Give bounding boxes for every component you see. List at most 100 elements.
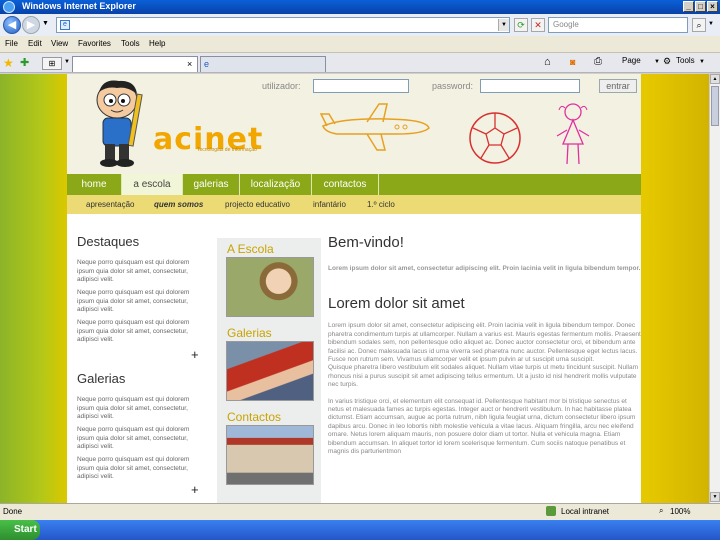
subnav-projecto-educativo[interactable]: projecto educativo: [225, 200, 290, 209]
favorites-star-icon[interactable]: ★: [3, 56, 14, 70]
password-input[interactable]: [480, 79, 580, 93]
school-girl-photo[interactable]: [226, 257, 314, 317]
search-input[interactable]: Google: [548, 17, 688, 33]
scroll-thumb[interactable]: [711, 86, 719, 126]
menu-file[interactable]: File: [5, 39, 18, 48]
destaque-item: Neque porro quisquam est qui dolorem ips…: [77, 289, 190, 313]
zoom-icon[interactable]: ⌕: [659, 506, 663, 516]
zoom-level[interactable]: 100%: [670, 507, 690, 516]
page-icon: e: [60, 20, 70, 30]
paragraph-1: Lorem ipsum dolor sit amet, consectetur …: [328, 322, 641, 364]
galeria-item: Neque porro quisquam est qui dolorem ips…: [77, 426, 190, 450]
password-label: password:: [432, 81, 474, 91]
vertical-scrollbar[interactable]: ▲ ▼: [709, 74, 720, 503]
main-content: Bem-vindo! Lorem ipsum dolor sit amet, c…: [328, 234, 641, 503]
gear-icon[interactable]: ⚙: [663, 56, 671, 67]
boy-mascot-illustration: [96, 80, 143, 167]
tab-active[interactable]: ×: [72, 56, 198, 72]
close-button[interactable]: ×: [707, 1, 718, 12]
start-label: Start: [14, 524, 37, 535]
menu-help[interactable]: Help: [149, 39, 165, 48]
main-navigation: home a escola galerias localização conta…: [67, 174, 641, 195]
galerias-more-button[interactable]: +: [191, 482, 207, 497]
address-bar[interactable]: e ▼: [56, 17, 510, 33]
back-icon[interactable]: ◀: [3, 16, 21, 34]
new-tab-page-icon: e: [204, 59, 210, 69]
nav-a-escola[interactable]: a escola: [122, 174, 183, 195]
school-building-photo[interactable]: [226, 425, 314, 485]
username-label: utilizador:: [262, 81, 301, 91]
login-button[interactable]: entrar: [599, 79, 637, 93]
sub-navigation: apresentação quem somos projecto educati…: [67, 195, 641, 214]
feature-column: A Escola Galerias Contactos: [217, 238, 321, 503]
a-escola-link[interactable]: A Escola: [227, 242, 274, 256]
menu-bar: File Edit View Favorites Tools Help: [0, 36, 720, 53]
stop-icon[interactable]: ✕: [531, 18, 545, 32]
address-dropdown-icon[interactable]: ▼: [498, 19, 509, 31]
tab-bar: ★ ✚ ⊞ ▼ × e ⌂ ◙ ⎙ Page ▼ ⚙ Tools ▼: [0, 53, 720, 73]
paragraph-3: In varius tristique orci, et elementum e…: [328, 397, 636, 456]
menu-tools[interactable]: Tools: [121, 39, 140, 48]
scroll-down-icon[interactable]: ▼: [710, 492, 720, 502]
galerias-link[interactable]: Galerias: [227, 326, 272, 340]
subnav-apresentacao[interactable]: apresentação: [86, 200, 134, 209]
address-toolbar: ◀ ▶ ▼ e ▼ ⟳ ✕ Google ⌕ ▼: [0, 14, 720, 36]
refresh-icon[interactable]: ⟳: [514, 18, 528, 32]
history-dropdown-icon[interactable]: ▼: [42, 20, 49, 27]
destaques-more-button[interactable]: +: [191, 347, 207, 371]
subnav-infantario[interactable]: infantário: [313, 200, 346, 209]
website-container: utilizador: password: entrar acinet Tecn…: [67, 74, 641, 503]
nav-contactos[interactable]: contactos: [312, 174, 379, 195]
menu-view[interactable]: View: [51, 39, 68, 48]
search-icon[interactable]: ⌕: [692, 18, 706, 32]
subnav-1-ciclo[interactable]: 1.º ciclo: [367, 200, 395, 209]
children-classroom-photo[interactable]: [226, 341, 314, 401]
football-drawing: [469, 112, 521, 164]
tab-new[interactable]: e: [200, 56, 326, 72]
add-favorite-icon[interactable]: ✚: [20, 56, 29, 69]
page-menu-dropdown-icon[interactable]: ▼: [654, 59, 660, 65]
paragraph-2: Quisque pharetra libero vestibulum elit …: [328, 364, 638, 389]
galeria-item: Neque porro quisquam est qui dolorem ips…: [77, 456, 190, 480]
tab-list-icon[interactable]: ▼: [64, 59, 70, 65]
tools-menu[interactable]: Tools: [676, 56, 695, 65]
window-title: Windows Internet Explorer: [22, 1, 136, 11]
taskbar: Start: [0, 520, 720, 540]
menu-favorites[interactable]: Favorites: [78, 39, 111, 48]
ie-logo-icon: [3, 1, 15, 13]
print-icon[interactable]: ⎙: [594, 56, 602, 67]
destaque-item: Neque porro quisquam est qui dolorem ips…: [77, 319, 190, 343]
menu-edit[interactable]: Edit: [28, 39, 42, 48]
search-options-icon[interactable]: ▼: [708, 21, 714, 27]
sidebar: Destaques Neque porro quisquam est qui d…: [77, 234, 207, 503]
subnav-quem-somos[interactable]: quem somos: [154, 200, 203, 209]
airplane-drawing: [319, 103, 430, 151]
nav-galerias[interactable]: galerias: [183, 174, 240, 195]
contactos-link[interactable]: Contactos: [227, 410, 281, 424]
page-menu[interactable]: Page: [622, 56, 641, 65]
content-heading: Lorem dolor sit amet: [328, 295, 465, 313]
galeria-item: Neque porro quisquam est qui dolorem ips…: [77, 396, 190, 420]
quick-tabs-icon[interactable]: ⊞: [42, 57, 62, 70]
welcome-heading: Bem-vindo!: [328, 234, 404, 251]
status-bar: Done Local intranet ⌕ 100%: [0, 503, 720, 520]
username-input[interactable]: [313, 79, 409, 93]
status-text: Done: [3, 507, 23, 516]
title-bar: Windows Internet Explorer _ □ ×: [0, 0, 720, 14]
maximize-button[interactable]: □: [695, 1, 706, 12]
destaques-heading: Destaques: [77, 234, 140, 249]
nav-home[interactable]: home: [67, 174, 122, 195]
minimize-button[interactable]: _: [683, 1, 694, 12]
intro-text: Lorem ipsum dolor sit amet, consectetur …: [328, 265, 641, 272]
feeds-icon[interactable]: ◙: [570, 57, 575, 67]
login-form: utilizador: password: entrar: [262, 78, 641, 94]
tools-menu-dropdown-icon[interactable]: ▼: [699, 59, 705, 65]
home-icon[interactable]: ⌂: [544, 56, 551, 68]
page-viewport: utilizador: password: entrar acinet Tecn…: [0, 74, 709, 503]
close-tab-icon[interactable]: ×: [187, 59, 192, 69]
start-button[interactable]: Start: [0, 520, 40, 540]
nav-localizacao[interactable]: localização: [240, 174, 312, 195]
forward-icon[interactable]: ▶: [22, 16, 40, 34]
security-zone: Local intranet: [561, 507, 610, 516]
scroll-up-icon[interactable]: ▲: [710, 74, 720, 84]
